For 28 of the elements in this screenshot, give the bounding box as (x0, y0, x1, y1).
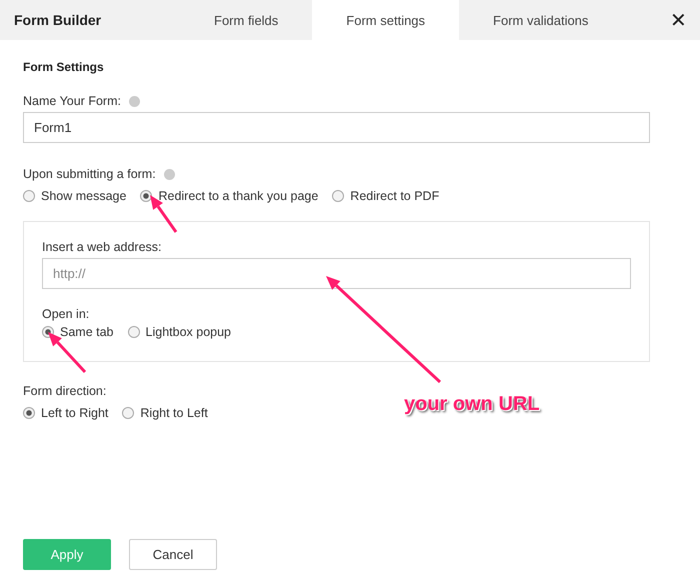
form-name-field[interactable]: Form1 (23, 112, 650, 143)
radio-option[interactable]: Redirect to PDF (332, 189, 440, 203)
app-title: Form Builder (14, 12, 102, 28)
section-title: Form Settings (23, 60, 105, 74)
tab[interactable]: Form validations (459, 0, 622, 40)
radio-icon (23, 190, 35, 202)
field-label: Open in: (42, 307, 90, 321)
tab[interactable]: Form settings (312, 0, 460, 40)
field-label: Insert a web address: (42, 240, 162, 254)
radio-option[interactable]: Right to Left (122, 406, 208, 420)
close-button[interactable]: ✕ (664, 0, 692, 40)
radio-icon (332, 190, 344, 202)
help-icon[interactable] (164, 168, 175, 180)
radio-icon (128, 326, 140, 338)
radio-icon (140, 190, 152, 202)
annotation-text: your own URL (404, 393, 540, 416)
field-label: Name Your Form: (23, 94, 121, 108)
radio-option[interactable]: Lightbox popup (128, 325, 232, 339)
tab[interactable]: Form fields (180, 0, 312, 40)
field-label: Upon submitting a form: (23, 167, 156, 181)
radio-option[interactable]: Show message (23, 189, 126, 203)
web-address-field[interactable]: http:// (42, 258, 631, 289)
cancel-button[interactable]: Cancel (129, 539, 217, 570)
help-icon[interactable] (128, 96, 140, 106)
radio-icon (122, 407, 134, 419)
radio-option[interactable]: Left to Right (23, 406, 108, 420)
radio-icon (23, 407, 35, 419)
field-label: Form direction: (23, 384, 106, 398)
